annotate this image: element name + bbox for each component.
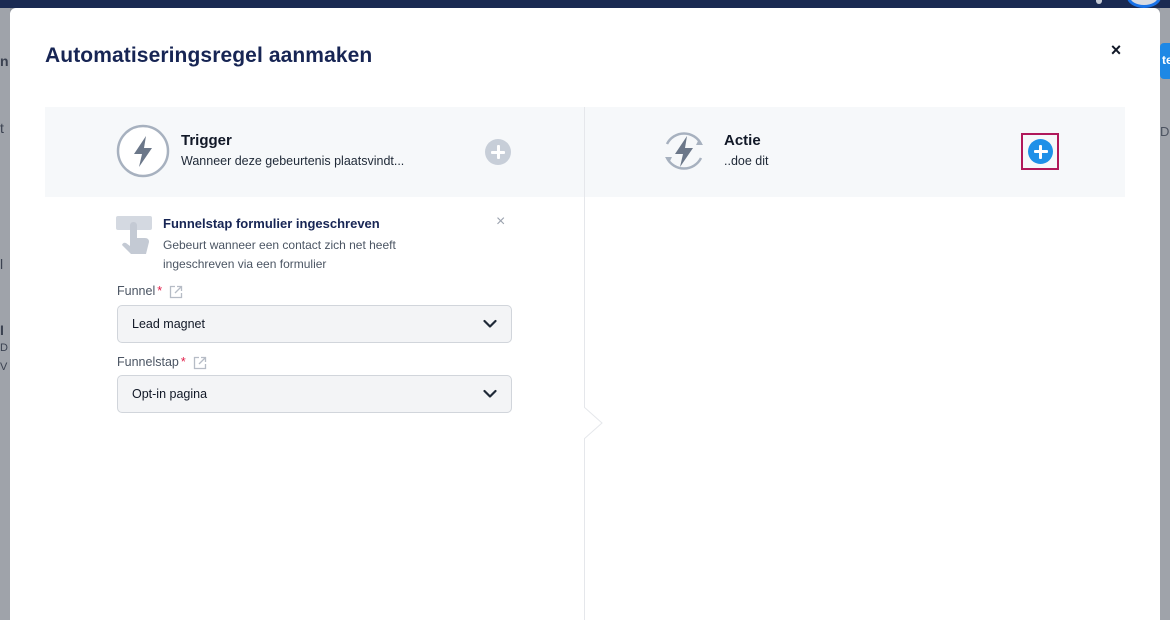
background-button-label: te	[1162, 53, 1170, 67]
panel-divider	[584, 107, 585, 620]
selected-trigger-name: Funnelstap formulier ingeschreven	[163, 216, 380, 231]
background-glyph: I	[0, 322, 4, 338]
background-glyph: l	[0, 256, 4, 272]
trigger-title: Trigger	[181, 132, 232, 149]
chevron-down-icon	[483, 319, 497, 328]
form-hand-icon	[116, 216, 152, 254]
background-button: te	[1160, 43, 1170, 79]
divider-arrow	[584, 407, 603, 439]
automation-rule-modal: Automatiseringsregel aanmaken × Trigger …	[10, 8, 1160, 620]
selected-trigger-description: Gebeurt wanneer een contact zich net hee…	[163, 238, 396, 271]
external-link-icon[interactable]	[169, 285, 183, 299]
trigger-panel-header: Trigger Wanneer deze gebeurtenis plaatsv…	[45, 107, 584, 197]
plus-icon	[1028, 139, 1053, 164]
chevron-down-icon	[483, 389, 497, 398]
funnel-label: Funnel *	[117, 284, 162, 298]
background-left-strip: n t l I D V	[0, 8, 10, 620]
action-subtitle: ..doe dit	[724, 154, 769, 168]
close-button[interactable]: ×	[1107, 41, 1125, 59]
background-text: De	[1160, 124, 1170, 139]
background-glyph: t	[0, 120, 4, 136]
funnel-select[interactable]: Lead magnet	[117, 305, 512, 343]
funnel-select-value: Lead magnet	[132, 317, 205, 331]
background-glyph: V	[0, 361, 8, 373]
funnelstap-select-value: Opt-in pagina	[132, 387, 208, 401]
remove-trigger-icon[interactable]: ×	[496, 214, 505, 230]
funnelstap-select[interactable]: Opt-in pagina	[117, 375, 512, 413]
trigger-bolt-icon	[116, 124, 170, 178]
action-title: Actie	[724, 132, 761, 149]
add-action-button[interactable]	[1021, 133, 1059, 170]
background-glyph: n	[0, 53, 9, 69]
funnel-label-text: Funnel	[117, 284, 156, 298]
external-link-icon[interactable]	[193, 356, 207, 370]
required-mark: *	[157, 284, 163, 298]
funnelstap-label-text: Funnelstap	[117, 355, 179, 369]
action-bolt-icon	[665, 132, 703, 170]
background-top-bar	[0, 0, 1170, 8]
required-mark: *	[180, 355, 186, 369]
trigger-subtitle: Wanneer deze gebeurtenis plaatsvindt...	[181, 154, 405, 168]
funnelstap-label: Funnelstap *	[117, 355, 186, 369]
background-right-strip	[1160, 8, 1170, 620]
background-glyph: D	[0, 342, 8, 354]
add-trigger-button[interactable]	[485, 139, 511, 165]
modal-title: Automatiseringsregel aanmaken	[45, 44, 373, 67]
